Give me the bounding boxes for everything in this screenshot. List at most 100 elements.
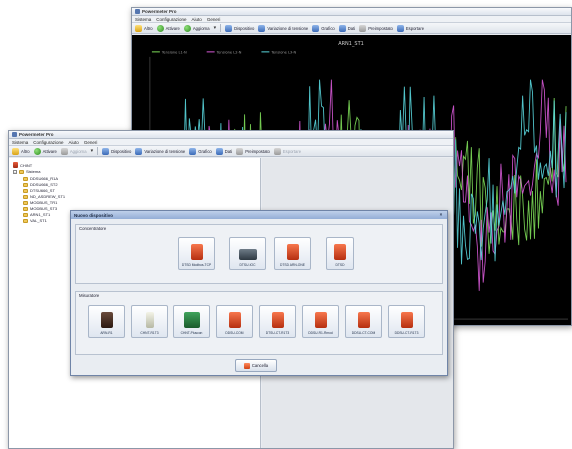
folder-icon — [23, 212, 28, 217]
play-icon — [33, 147, 41, 155]
chart-legend: Tensione L1-N Tensione L2-N Tensione L3-… — [151, 50, 297, 54]
main-window-titlebar[interactable]: Powermeter Pro — [9, 131, 453, 139]
dispositivo-button[interactable]: Dispositivo — [102, 147, 131, 155]
device-icon — [400, 312, 413, 328]
device-tile[interactable]: DDSU-CT-R1T3 — [388, 305, 425, 338]
device-icon — [190, 244, 203, 260]
device-icon — [238, 249, 257, 260]
table-icon — [338, 24, 346, 32]
dialog-title: Nuovo dispositivo — [74, 212, 114, 218]
altro-button[interactable]: Altro — [135, 24, 153, 32]
tree-item[interactable]: DDSU666_ST2 — [23, 182, 58, 187]
meters-label: Misuratore — [79, 293, 100, 298]
tree-system-node[interactable]: − Sistema — [13, 169, 40, 174]
menu-configurazione[interactable]: Configurazione — [33, 140, 63, 145]
chart-window-titlebar[interactable]: Powermeter Pro — [132, 8, 571, 16]
menu-configurazione[interactable]: Configurazione — [156, 17, 186, 22]
table-icon — [215, 147, 223, 155]
main-window-menubar: Sistema Configurazione Aiuto Generi — [9, 139, 453, 146]
device-tile[interactable]: CHNT-Pluscon — [173, 305, 210, 338]
legend-label-2: Tensione L2-N — [216, 50, 242, 54]
menu-generi[interactable]: Generi — [84, 140, 98, 145]
close-icon[interactable]: × — [438, 212, 444, 218]
folder-icon — [23, 218, 28, 223]
tree-item[interactable]: MODBUS_TR1 — [23, 200, 57, 205]
tree-item[interactable]: DTSU666_ST — [23, 188, 55, 193]
menu-sistema[interactable]: Sistema — [12, 140, 28, 145]
app-icon — [135, 9, 140, 14]
cancel-button[interactable]: Cancella — [235, 359, 277, 372]
device-tile[interactable]: DTSD — [326, 237, 354, 270]
chart-window-toolbar: Altro Attivare Aggiorna ▾ Dispositivo Va… — [132, 23, 571, 34]
esportare-button[interactable]: Esportare — [396, 24, 424, 32]
chart-window-menubar: Sistema Configurazione Aiuto Generi — [132, 16, 571, 23]
expand-icon[interactable]: − — [13, 169, 17, 174]
dialog-titlebar[interactable]: Nuovo dispositivo × — [71, 211, 447, 219]
folder-icon — [23, 176, 28, 181]
play-icon — [156, 24, 164, 32]
menu-generi[interactable]: Generi — [207, 17, 221, 22]
gear-icon — [135, 24, 142, 32]
chart-icon — [258, 24, 266, 32]
menu-sistema[interactable]: Sistema — [135, 17, 151, 22]
menu-aiuto[interactable]: Aiuto — [192, 17, 202, 22]
device-tile[interactable]: DTSU-CT-R1T3 — [259, 305, 296, 338]
main-window-toolbar: Altro Attivare Aggiorna ▾ Dispositivo Va… — [9, 146, 453, 157]
aggiorna-button[interactable]: Aggiorna — [60, 147, 87, 155]
dispositivo-button[interactable]: Dispositivo — [225, 24, 254, 32]
altro-button[interactable]: Altro — [12, 147, 30, 155]
attivare-button[interactable]: Attivare — [33, 147, 57, 155]
dati-button[interactable]: Dati — [338, 24, 355, 32]
aggiorna-button[interactable]: Aggiorna — [183, 24, 210, 32]
folder-icon — [19, 169, 24, 174]
device-tile[interactable]: DDSU-R1-Rmod — [302, 305, 339, 338]
main-window-title: Powermeter Pro — [19, 132, 54, 137]
device-tile[interactable]: DDSU-CT-COM — [345, 305, 382, 338]
refresh-icon — [183, 24, 191, 32]
device-tile[interactable]: DTSD Modbus-TCP — [178, 237, 215, 270]
tree-item[interactable]: VAL_ST1 — [23, 218, 47, 223]
tree-item[interactable]: DDSU666_R1A — [23, 176, 58, 181]
chevron-down-icon[interactable]: ▾ — [91, 148, 94, 154]
legend-label-3: Tensione L3-N — [270, 50, 296, 54]
legend-label-1: Tensione L1-N — [161, 50, 187, 54]
tree-root[interactable]: CHINT — [13, 162, 32, 168]
grafico-button[interactable]: Grafico — [189, 147, 212, 155]
esportare-button[interactable]: Esportare — [273, 147, 301, 155]
folder-icon — [23, 194, 28, 199]
attivare-button[interactable]: Attivare — [156, 24, 180, 32]
folder-icon — [23, 200, 28, 205]
meters-group: Misuratore ARN-R1 CHNT-R1T3 CHNT-Pluscon… — [75, 291, 443, 355]
device-icon — [183, 312, 200, 328]
device-icon — [357, 312, 370, 328]
variazione-button[interactable]: Variazione di tensione — [258, 24, 308, 32]
toolbar-separator — [97, 147, 99, 155]
gear-icon — [12, 147, 19, 155]
device-icon — [100, 312, 113, 328]
tree-item[interactable]: ND_ASDREW_ST1 — [23, 194, 65, 199]
menu-aiuto[interactable]: Aiuto — [69, 140, 79, 145]
export-icon — [396, 24, 404, 32]
preimpostato-button[interactable]: Preimpostato — [359, 24, 393, 32]
folder-icon — [23, 188, 28, 193]
tree-item[interactable]: ARN1_ST1 — [23, 212, 50, 217]
device-tile[interactable]: DTSD ARN-ONE — [274, 237, 311, 270]
app-icon — [12, 132, 17, 137]
device-icon — [145, 312, 154, 328]
wrench-icon — [236, 147, 244, 155]
device-tile[interactable]: DTSU-IOC — [229, 237, 266, 270]
device-tile[interactable]: DDSU-COM — [216, 305, 253, 338]
toolbar-separator — [220, 24, 222, 32]
chevron-down-icon[interactable]: ▾ — [214, 25, 217, 31]
device-tile[interactable]: CHNT-R1T3 — [131, 305, 168, 338]
grafico-button[interactable]: Grafico — [312, 24, 335, 32]
graph-icon — [189, 147, 197, 155]
variazione-button[interactable]: Variazione di tensione — [135, 147, 185, 155]
dati-button[interactable]: Dati — [215, 147, 232, 155]
preimpostato-button[interactable]: Preimpostato — [236, 147, 270, 155]
tree-item[interactable]: MODBUS_ST3 — [23, 206, 57, 211]
device-icon — [314, 312, 327, 328]
cancel-icon — [243, 362, 250, 369]
device-icon — [228, 312, 241, 328]
device-tile[interactable]: ARN-R1 — [88, 305, 125, 338]
